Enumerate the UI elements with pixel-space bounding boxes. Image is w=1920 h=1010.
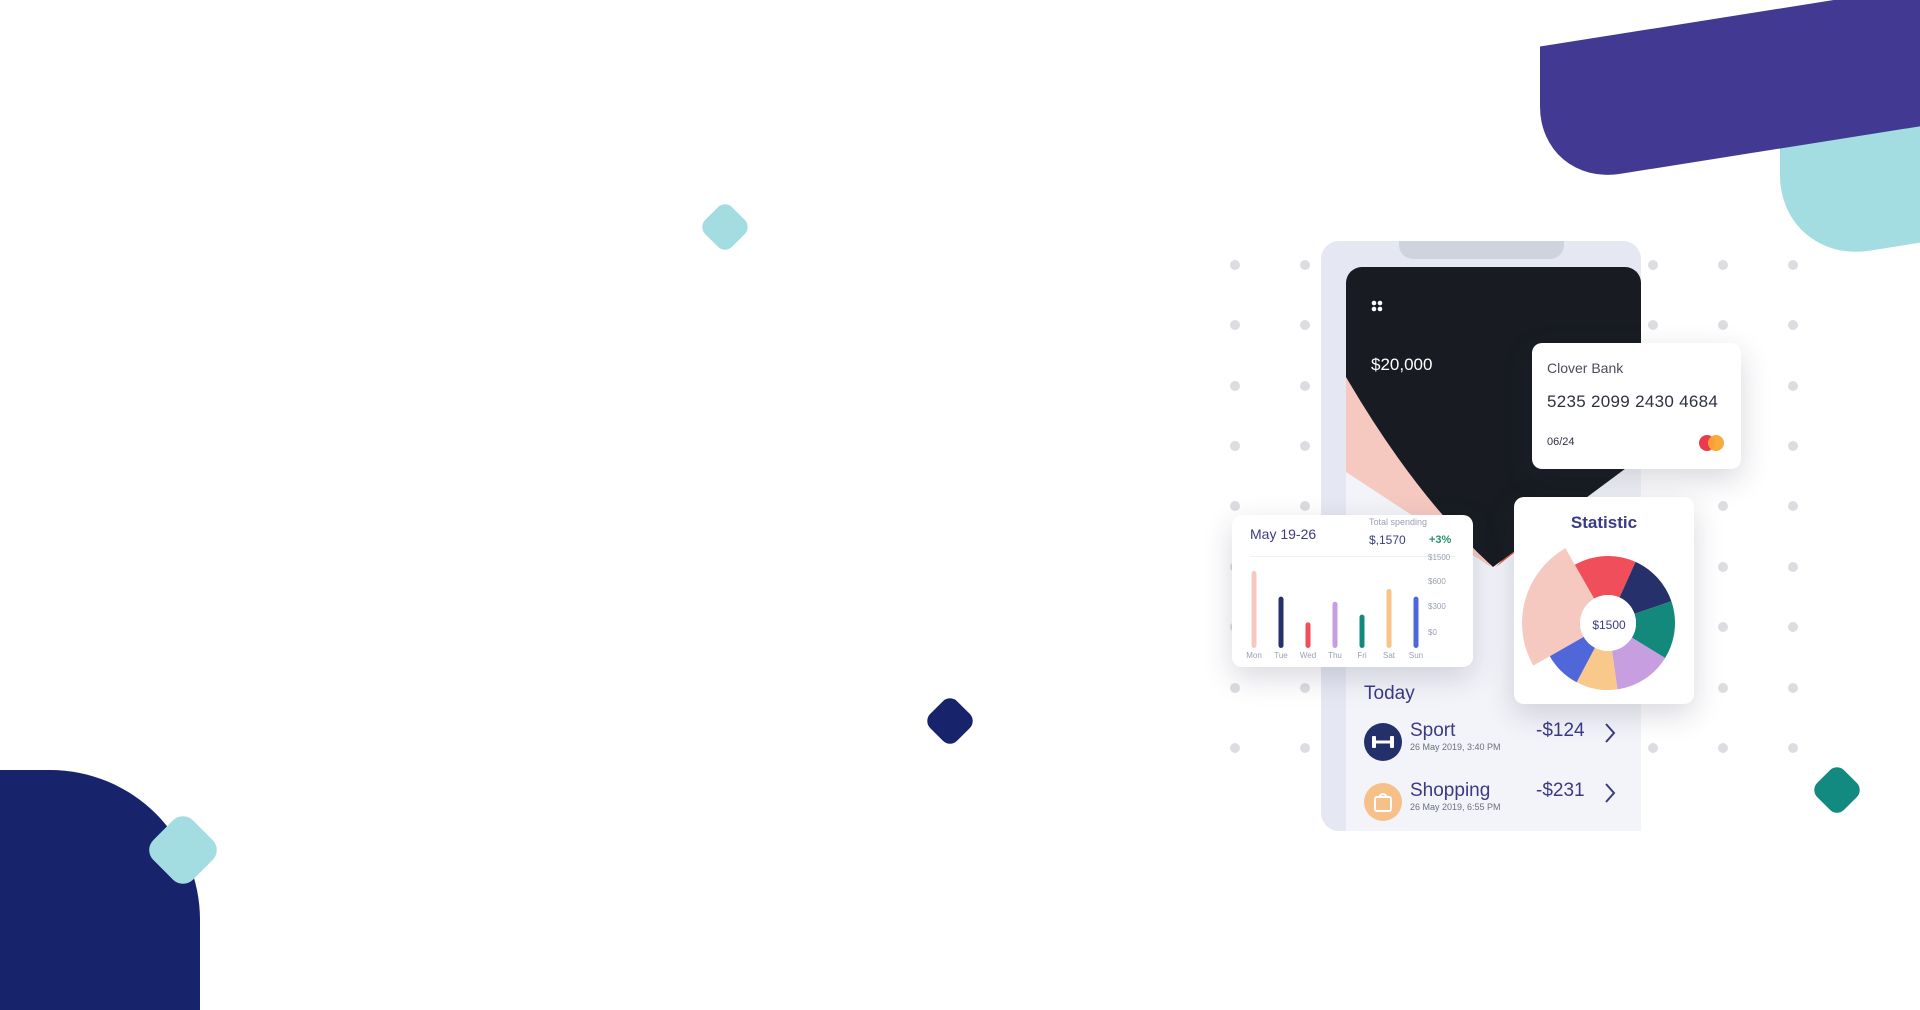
bar-thu (1332, 601, 1338, 648)
bar-mon (1251, 571, 1257, 648)
transaction-date: 26 May 2019, 3:40 PM (1410, 742, 1501, 752)
decorative-diamond-teal (698, 200, 752, 254)
dot (1230, 320, 1240, 330)
bar-sun (1413, 596, 1419, 648)
shopping-bag-icon (1364, 783, 1402, 821)
mastercard-icon (1696, 434, 1728, 452)
dot (1788, 683, 1798, 693)
dot (1718, 562, 1728, 572)
dot (1718, 260, 1728, 270)
card-number: 5235 2099 2430 4684 (1547, 392, 1719, 411)
dot (1300, 501, 1310, 511)
decorative-diamond-navy (923, 694, 977, 748)
x-tick-label: Sat (1383, 651, 1396, 660)
decorative-diamond-green (1810, 763, 1864, 817)
transaction-title: Sport (1410, 720, 1456, 741)
dot (1648, 743, 1658, 753)
dot (1788, 501, 1798, 511)
dumbbell-icon (1364, 723, 1402, 761)
total-spending-label: Total spending (1369, 517, 1428, 527)
dot (1788, 381, 1798, 391)
four-dots-icon[interactable] (1371, 299, 1383, 312)
x-tick-label: Wed (1300, 651, 1316, 660)
phone-notch (1399, 241, 1564, 259)
decorative-blob-purple (1540, 0, 1920, 187)
transaction-row-sport[interactable]: Sport 26 May 2019, 3:40 PM -$124 (1364, 720, 1624, 761)
wallet-balance: $20,000 (1371, 355, 1433, 374)
x-tick-label: Tue (1274, 651, 1288, 660)
card-expiry: 06/24 (1547, 436, 1575, 448)
transaction-amount: -$124 (1536, 720, 1585, 741)
dot (1648, 260, 1658, 270)
statistic-title: Statistic (1570, 513, 1638, 532)
dot (1300, 683, 1310, 693)
dot (1230, 441, 1240, 451)
x-tick-label: Fri (1357, 651, 1367, 660)
bar-sat (1386, 588, 1392, 648)
bar-tue (1278, 596, 1284, 648)
dot (1230, 260, 1240, 270)
spending-change: +3% (1429, 534, 1452, 546)
bank-card[interactable]: Clover Bank 5235 2099 2430 4684 06/24 (1532, 343, 1741, 469)
dot (1788, 622, 1798, 632)
today-heading: Today (1364, 683, 1415, 704)
dot (1788, 743, 1798, 753)
bar-fri (1359, 614, 1365, 648)
dot (1788, 320, 1798, 330)
dot (1718, 743, 1728, 753)
x-tick-label: Mon (1246, 651, 1262, 660)
dot (1718, 622, 1728, 632)
dot (1648, 320, 1658, 330)
statistic-center-value: $1500 (1592, 618, 1626, 632)
dot (1230, 381, 1240, 391)
dot (1230, 683, 1240, 693)
decorative-blob-navy (0, 770, 200, 1010)
dot (1230, 743, 1240, 753)
weekly-bar-chart: Mon Tue Wed Thu Fri Sat Sun (1246, 571, 1423, 660)
dot (1788, 562, 1798, 572)
transaction-date: 26 May 2019, 6:55 PM (1410, 802, 1501, 812)
spending-panel[interactable]: May 19-26 Total spending $,1570 +3% $150… (1232, 515, 1473, 667)
date-range: May 19-26 (1250, 526, 1317, 542)
dot (1300, 381, 1310, 391)
bar-wed (1305, 622, 1311, 648)
x-tick-label: Sun (1409, 651, 1423, 660)
chevron-right-icon[interactable] (1604, 722, 1616, 749)
transaction-row-shopping[interactable]: Shopping 26 May 2019, 6:55 PM -$231 (1364, 780, 1624, 821)
dot (1788, 260, 1798, 270)
dot (1230, 501, 1240, 511)
dot (1788, 441, 1798, 451)
dot (1300, 441, 1310, 451)
dot (1300, 320, 1310, 330)
dot (1718, 501, 1728, 511)
dot (1300, 743, 1310, 753)
dot (1718, 683, 1728, 693)
x-tick-label: Thu (1328, 651, 1342, 660)
dot (1718, 320, 1728, 330)
dot (1300, 260, 1310, 270)
y-tick: $300 (1428, 602, 1446, 611)
total-spending-value: $,1570 (1369, 533, 1406, 547)
bank-name: Clover Bank (1547, 360, 1624, 376)
chevron-right-icon[interactable] (1604, 782, 1616, 809)
y-tick: $1500 (1428, 553, 1451, 562)
transaction-amount: -$231 (1536, 780, 1585, 801)
transaction-title: Shopping (1410, 780, 1491, 801)
y-tick: $600 (1428, 577, 1446, 586)
statistic-panel[interactable]: Statistic $1500 (1514, 497, 1694, 704)
